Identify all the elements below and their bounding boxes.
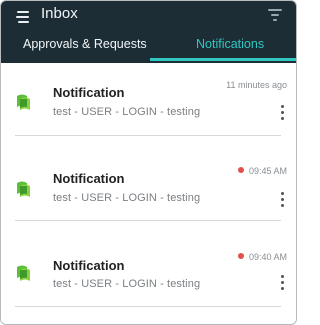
page-title: Inbox: [41, 5, 78, 22]
notification-title: Notification: [53, 85, 125, 100]
notification-item[interactable]: Notification test - USER - LOGIN - testi…: [1, 147, 296, 231]
app-logo-icon: [17, 181, 30, 197]
divider: [15, 135, 281, 136]
more-options-icon[interactable]: [281, 192, 285, 208]
notification-time: 09:40 AM: [237, 251, 287, 263]
notification-time: 09:45 AM: [237, 165, 287, 177]
divider: [15, 220, 281, 221]
unread-dot-icon: [237, 253, 244, 259]
tab-approvals-requests[interactable]: Approvals & Requests: [23, 36, 147, 52]
notification-item[interactable]: Notification test - USER - LOGIN - testi…: [1, 232, 296, 316]
notification-body: test - USER - LOGIN - testing: [53, 278, 201, 290]
filter-icon[interactable]: [268, 9, 282, 21]
divider: [15, 306, 281, 307]
notification-time-text: 09:45 AM: [248, 166, 287, 176]
notification-time: 11 minutes ago: [226, 79, 287, 91]
more-options-icon[interactable]: [281, 105, 285, 121]
hamburger-menu-icon[interactable]: [16, 11, 30, 23]
app-logo-icon: [17, 94, 30, 110]
notification-body: test - USER - LOGIN - testing: [53, 106, 201, 118]
notification-title: Notification: [53, 258, 125, 273]
app-logo-icon: [17, 265, 30, 281]
notification-title: Notification: [53, 171, 125, 186]
top-bar: Inbox Approvals & Requests Notifications: [1, 1, 296, 63]
notification-time-text: 11 minutes ago: [226, 80, 287, 90]
notification-body: test - USER - LOGIN - testing: [53, 192, 201, 204]
unread-dot-icon: [237, 167, 244, 173]
tab-notifications[interactable]: Notifications: [196, 36, 264, 52]
notification-item[interactable]: Notification test - USER - LOGIN - testi…: [1, 63, 296, 147]
active-tab-indicator: [150, 58, 296, 61]
app-frame: Inbox Approvals & Requests Notifications…: [0, 0, 297, 325]
notification-time-text: 09:40 AM: [248, 252, 287, 262]
more-options-icon[interactable]: [281, 275, 285, 291]
